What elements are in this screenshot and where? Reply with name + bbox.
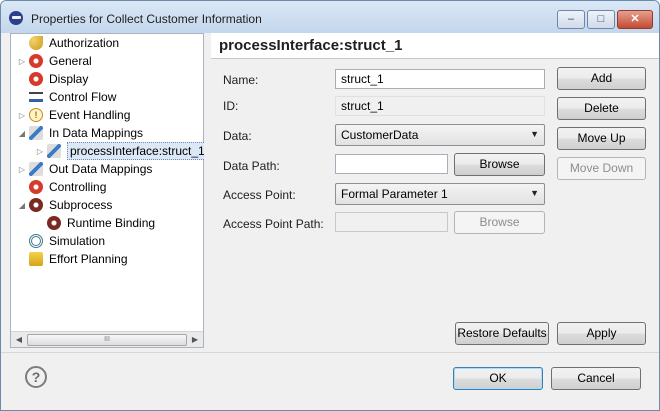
- tree-item-runtime-binding[interactable]: Runtime Binding: [35, 214, 155, 232]
- data-dropdown[interactable]: CustomerData ▼: [335, 124, 545, 146]
- access-point-path-label: Access Point Path:: [223, 217, 324, 231]
- dialog-separator: [1, 352, 659, 353]
- tree-item-effort-planning[interactable]: Effort Planning: [17, 250, 128, 268]
- scroll-right-icon[interactable]: ▶: [188, 334, 202, 346]
- name-field[interactable]: struct_1: [335, 69, 545, 89]
- access-point-dropdown-value: Formal Parameter 1: [341, 187, 448, 201]
- properties-dialog: Properties for Collect Customer Informat…: [0, 0, 660, 411]
- tree-item-label: General: [49, 54, 92, 68]
- access-point-path-field: [335, 212, 448, 232]
- tree-item-subprocess[interactable]: ◢ Subprocess: [17, 196, 112, 214]
- tree-item-control-flow[interactable]: Control Flow: [17, 88, 116, 106]
- tree-horizontal-scrollbar[interactable]: ◀ III ▶: [11, 331, 203, 347]
- tree-item-event-handling[interactable]: ▷ ! Event Handling: [17, 106, 130, 124]
- minimize-button[interactable]: –: [557, 10, 585, 29]
- data-label: Data:: [223, 129, 252, 143]
- tree-expander[interactable]: ▷: [17, 57, 27, 66]
- cancel-button[interactable]: Cancel: [551, 367, 641, 390]
- tree-item-label: Effort Planning: [49, 252, 128, 266]
- tree-item-label: In Data Mappings: [49, 126, 144, 140]
- data-dropdown-value: CustomerData: [341, 128, 419, 142]
- control-flow-icon: [29, 92, 43, 102]
- move-up-button[interactable]: Move Up: [557, 127, 646, 150]
- tree-expander[interactable]: ◢: [17, 201, 27, 210]
- tree-item-label: Display: [49, 72, 89, 86]
- help-icon[interactable]: ?: [25, 366, 47, 388]
- data-path-field[interactable]: [335, 154, 448, 174]
- data-mapping-form: Name: struct_1 ID: struct_1 Data: Custom…: [211, 59, 659, 349]
- tree-item-label: processInterface:struct_1: [67, 142, 208, 160]
- apply-button[interactable]: Apply: [557, 322, 646, 345]
- tree-item-label: Out Data Mappings: [49, 162, 153, 176]
- tree-item-process-interface[interactable]: ▷ processInterface:struct_1: [35, 142, 208, 160]
- tree-expander[interactable]: ◢: [17, 129, 27, 138]
- tree-item-label: Simulation: [49, 234, 106, 248]
- tree-item-out-data-mappings[interactable]: ▷ Out Data Mappings: [17, 160, 152, 178]
- tree-item-general[interactable]: ▷ General: [17, 52, 92, 70]
- tree-expander[interactable]: ▷: [17, 165, 27, 174]
- tree-item-label: Control Flow: [49, 90, 117, 104]
- move-down-button: Move Down: [557, 157, 646, 180]
- gear-icon: [29, 72, 43, 86]
- maximize-button[interactable]: □: [587, 10, 615, 29]
- tree-item-label: Authorization: [49, 36, 120, 50]
- property-page-tree[interactable]: Authorization ▷ General Display Control …: [10, 33, 208, 348]
- tree-item-simulation[interactable]: Simulation: [17, 232, 105, 250]
- window-title: Properties for Collect Customer Informat…: [31, 12, 262, 26]
- title-bar: Properties for Collect Customer Informat…: [1, 1, 659, 33]
- key-icon: [29, 36, 43, 50]
- gear-icon: [29, 198, 43, 212]
- tree-item-display[interactable]: Display: [17, 70, 88, 88]
- data-mapping-icon: [29, 126, 43, 140]
- tree-item-label: Controlling: [49, 180, 107, 194]
- data-mapping-icon: [29, 162, 43, 176]
- tree-item-label: Subprocess: [49, 198, 113, 212]
- warning-icon: !: [29, 108, 43, 122]
- gear-icon: [29, 54, 43, 68]
- ok-button[interactable]: OK: [453, 367, 543, 390]
- simulation-icon: [29, 234, 43, 248]
- gear-icon: [29, 180, 43, 194]
- id-field: struct_1: [335, 96, 545, 116]
- splitter-sash[interactable]: [204, 33, 210, 348]
- chevron-down-icon: ▼: [530, 188, 539, 198]
- chevron-down-icon: ▼: [530, 129, 539, 139]
- tree-item-authorization[interactable]: Authorization: [17, 34, 119, 52]
- page-header: processInterface:struct_1: [211, 33, 659, 59]
- name-label: Name:: [223, 73, 259, 87]
- access-point-path-browse-button: Browse: [454, 211, 545, 234]
- access-point-dropdown[interactable]: Formal Parameter 1 ▼: [335, 183, 545, 205]
- data-mapping-icon: [47, 144, 61, 158]
- close-button[interactable]: ✕: [617, 10, 653, 29]
- eclipse-icon: [9, 11, 23, 25]
- tree-item-in-data-mappings[interactable]: ◢ In Data Mappings: [17, 124, 143, 142]
- restore-defaults-button[interactable]: Restore Defaults: [455, 322, 549, 345]
- scrollbar-thumb[interactable]: III: [27, 334, 187, 346]
- effort-icon: [29, 252, 43, 266]
- data-path-browse-button[interactable]: Browse: [454, 153, 545, 176]
- access-point-label: Access Point:: [223, 188, 296, 202]
- tree-expander[interactable]: ▷: [17, 111, 27, 120]
- data-path-label: Data Path:: [223, 159, 280, 173]
- delete-button[interactable]: Delete: [557, 97, 646, 120]
- tree-expander[interactable]: ▷: [35, 147, 45, 156]
- tree-item-label: Event Handling: [49, 108, 131, 122]
- add-button[interactable]: Add: [557, 67, 646, 90]
- id-label: ID:: [223, 99, 239, 113]
- tree-item-controlling[interactable]: Controlling: [17, 178, 106, 196]
- page-title: processInterface:struct_1: [219, 37, 403, 54]
- scroll-left-icon[interactable]: ◀: [12, 334, 26, 346]
- tree-item-label: Runtime Binding: [67, 216, 156, 230]
- gear-icon: [47, 216, 61, 230]
